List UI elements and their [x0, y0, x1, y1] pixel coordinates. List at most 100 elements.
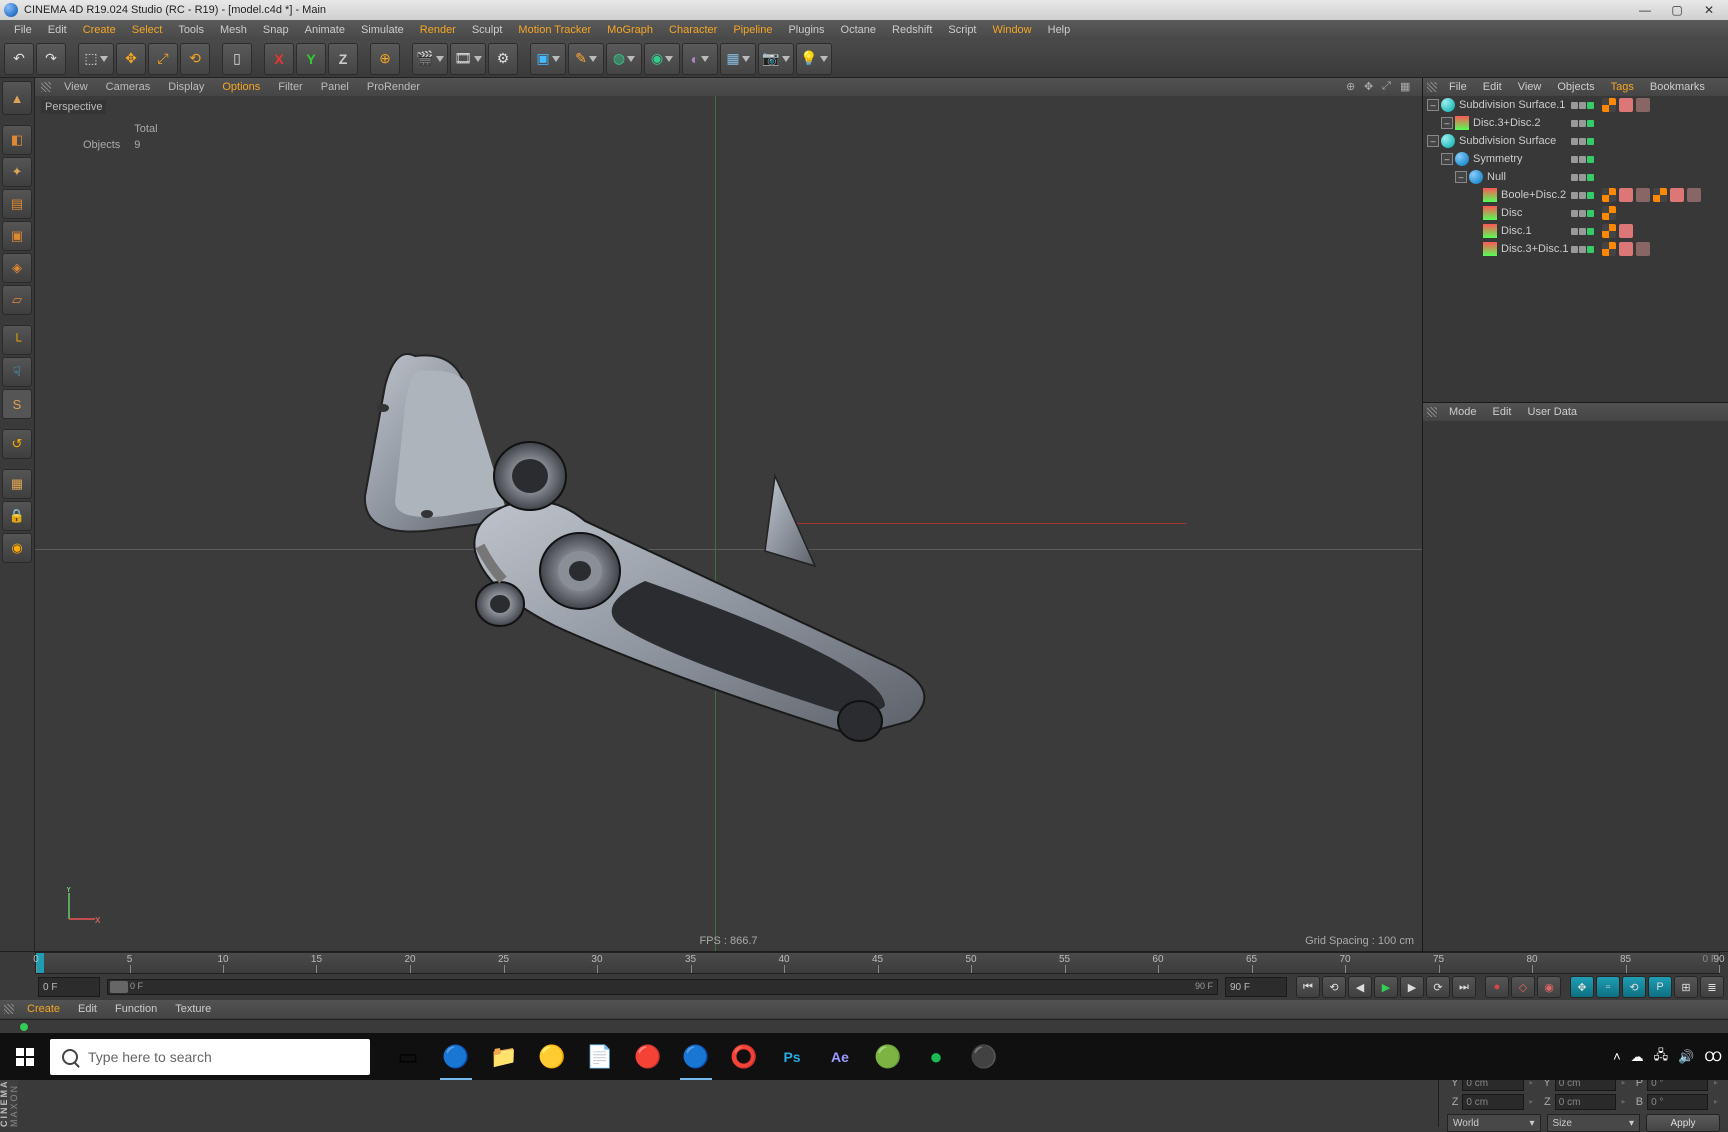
texture-mode[interactable]: ✦	[2, 157, 32, 187]
visibility-dots[interactable]	[1571, 192, 1594, 199]
tray-chevron-icon[interactable]: ˄	[1613, 1049, 1621, 1064]
point-mode[interactable]: ◈	[2, 253, 32, 283]
tray-lang-icon[interactable]: Ꝏ	[1704, 1049, 1722, 1065]
tag-phong[interactable]	[1602, 188, 1616, 202]
app-opera-icon[interactable]: ⭕	[722, 1033, 766, 1080]
menu-window[interactable]: Window	[985, 22, 1040, 38]
visibility-dots[interactable]	[1571, 246, 1594, 253]
menu-mograph[interactable]: MoGraph	[599, 22, 661, 38]
visibility-dots[interactable]	[1571, 174, 1594, 181]
app-chrome2-icon[interactable]: 🟢	[866, 1033, 910, 1080]
objmgr-menu-bookmarks[interactable]: Bookmarks	[1642, 81, 1713, 93]
render-pv[interactable]: 🎞	[450, 43, 486, 75]
expand-toggle[interactable]: –	[1441, 117, 1453, 129]
param-channel[interactable]: P	[1648, 976, 1672, 998]
app-red-icon[interactable]: 🔴	[626, 1033, 670, 1080]
app-spotify-icon[interactable]: ●	[914, 1033, 958, 1080]
tree-row[interactable]: –Subdivision Surface.1	[1423, 96, 1728, 114]
goto-start[interactable]: ⏮	[1296, 976, 1320, 998]
object-tree[interactable]: –Subdivision Surface.1–Disc.3+Disc.2–Sub…	[1423, 96, 1728, 402]
move-tool[interactable]: ✥	[116, 43, 146, 75]
expand-toggle[interactable]: –	[1455, 171, 1467, 183]
rotate-tool[interactable]: ⟲	[180, 43, 210, 75]
vp-menu-cameras[interactable]: Cameras	[97, 81, 160, 93]
scale-tool[interactable]: ⤢	[148, 43, 178, 75]
anim-layer[interactable]: ≣	[1700, 976, 1724, 998]
coord-rot-field[interactable]: 0 °	[1647, 1094, 1708, 1110]
misc-tool[interactable]: ◉	[2, 533, 32, 563]
model-mode[interactable]: ◧	[2, 125, 32, 155]
environment[interactable]: ▦	[720, 43, 756, 75]
tree-row[interactable]: –Disc	[1423, 204, 1728, 222]
make-editable[interactable]: ▲	[2, 81, 32, 115]
menu-render[interactable]: Render	[412, 22, 464, 38]
viewport-3d[interactable]: Perspective Total Objects9	[35, 96, 1422, 951]
render-settings[interactable]: ⚙	[488, 43, 518, 75]
app-c4d-icon[interactable]: 🔵	[434, 1033, 478, 1080]
app-chrome-icon[interactable]: 🟡	[530, 1033, 574, 1080]
menu-snap[interactable]: Snap	[255, 22, 297, 38]
expand-toggle[interactable]: –	[1427, 135, 1439, 147]
selection-tool[interactable]: ⬚	[78, 43, 114, 75]
tag-orange[interactable]	[1636, 188, 1650, 202]
tag-sel[interactable]	[1619, 242, 1633, 256]
visibility-dots[interactable]	[1571, 138, 1594, 145]
app-ae-icon[interactable]: Ae	[818, 1033, 862, 1080]
menu-redshift[interactable]: Redshift	[884, 22, 940, 38]
tweak-mode[interactable]: ☟	[2, 357, 32, 387]
tree-row[interactable]: – Subdivision Surface	[1423, 132, 1728, 150]
menu-plugins[interactable]: Plugins	[780, 22, 832, 38]
workplane-mode[interactable]: ▤	[2, 189, 32, 219]
menu-character[interactable]: Character	[661, 22, 725, 38]
prev-key[interactable]: ⟲	[1322, 976, 1346, 998]
tag-orange[interactable]	[1636, 242, 1650, 256]
coord-size-field[interactable]: 0 cm	[1555, 1094, 1616, 1110]
play-button[interactable]: ▶	[1374, 976, 1398, 998]
tray-volume-icon[interactable]: 🔊	[1678, 1049, 1694, 1065]
menu-help[interactable]: Help	[1040, 22, 1079, 38]
object-name[interactable]: Null	[1487, 171, 1571, 183]
tree-row[interactable]: – Null	[1423, 168, 1728, 186]
lock-x-axis[interactable]: X	[264, 43, 294, 75]
deformer[interactable]: ◐	[682, 43, 718, 75]
attr-menu-user-data[interactable]: User Data	[1520, 406, 1586, 418]
vp-menu-prorender[interactable]: ProRender	[358, 81, 429, 93]
visibility-dots[interactable]	[1571, 120, 1594, 127]
viewport-solo[interactable]: ▦	[2, 469, 32, 499]
app-notepad-icon[interactable]: 📄	[578, 1033, 622, 1080]
menu-motion-tracker[interactable]: Motion Tracker	[510, 22, 599, 38]
light[interactable]: 💡	[796, 43, 832, 75]
object-mode[interactable]: ▣	[2, 221, 32, 251]
objmgr-menu-objects[interactable]: Objects	[1549, 81, 1602, 93]
system-tray[interactable]: ˄ ☁ 🖧 🔊 Ꝏ	[1613, 1046, 1728, 1068]
tag-phong[interactable]	[1602, 242, 1616, 256]
vp-nav-icon-2[interactable]: ⤢	[1382, 80, 1396, 94]
object-name[interactable]: Subdivision Surface	[1459, 135, 1571, 147]
tag-sel[interactable]	[1619, 188, 1633, 202]
soft-select[interactable]: ↺	[2, 429, 32, 459]
menu-simulate[interactable]: Simulate	[353, 22, 412, 38]
objmgr-menu-file[interactable]: File	[1441, 81, 1475, 93]
vp-menu-view[interactable]: View	[55, 81, 97, 93]
next-frame[interactable]: ▶	[1400, 976, 1424, 998]
coordinate-system[interactable]: ⊕	[370, 43, 400, 75]
menu-pipeline[interactable]: Pipeline	[725, 22, 780, 38]
vp-nav-icon-3[interactable]: ▦	[1400, 80, 1414, 94]
menu-script[interactable]: Script	[940, 22, 984, 38]
app-c4d2-icon[interactable]: 🔵	[674, 1033, 718, 1080]
menu-file[interactable]: File	[6, 22, 40, 38]
vp-nav-icon-1[interactable]: ✥	[1364, 80, 1378, 94]
taskbar-search[interactable]: Type here to search	[50, 1039, 370, 1075]
tag-phong[interactable]	[1602, 206, 1616, 220]
tag-phong[interactable]	[1653, 188, 1667, 202]
edge-mode[interactable]: ▱	[2, 285, 32, 315]
visibility-dots[interactable]	[1571, 228, 1594, 235]
tag-phong[interactable]	[1602, 224, 1616, 238]
object-name[interactable]: Boole+Disc.2	[1501, 189, 1571, 201]
object-name[interactable]: Subdivision Surface.1	[1459, 99, 1571, 111]
menu-tools[interactable]: Tools	[170, 22, 212, 38]
taskview-icon[interactable]: ▭	[386, 1033, 430, 1080]
timeline-end-field[interactable]: 90 F	[1225, 977, 1287, 997]
generator[interactable]: ◉	[644, 43, 680, 75]
timeline-ruler[interactable]: 0510152025303540455055606570758085900 F	[35, 952, 1720, 974]
